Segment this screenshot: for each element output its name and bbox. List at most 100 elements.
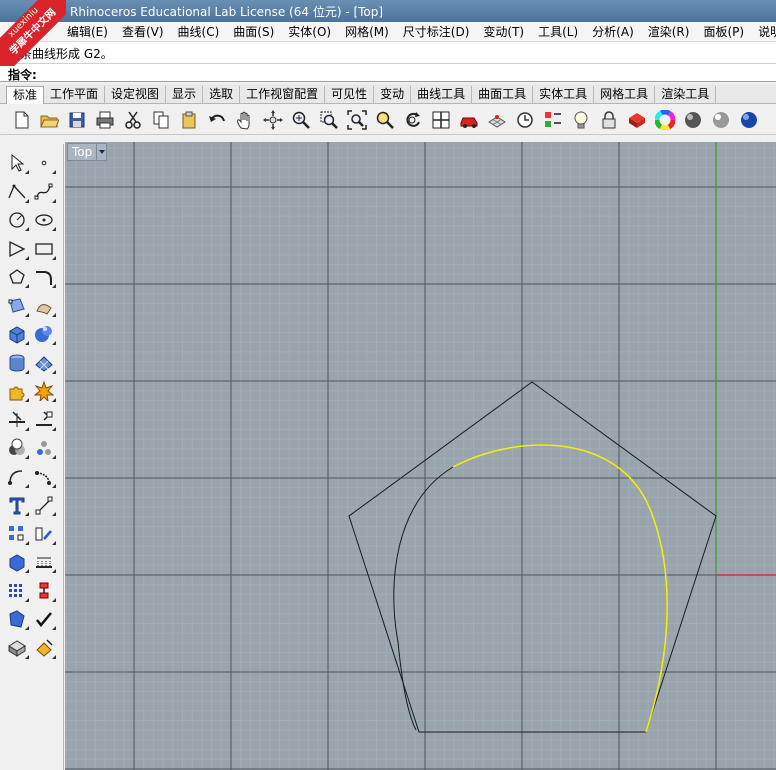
point-tool-button[interactable] xyxy=(30,150,57,176)
zoom-button[interactable] xyxy=(288,108,313,132)
tab-10[interactable]: 实体工具 xyxy=(533,86,595,104)
tab-3[interactable]: 显示 xyxy=(166,86,204,104)
zoom-selected-button[interactable] xyxy=(372,108,397,132)
polygon-tool-button[interactable] xyxy=(3,264,30,290)
tab-4[interactable]: 选取 xyxy=(203,86,241,104)
menu-item[interactable]: 曲面(S) xyxy=(226,22,281,42)
cut-button[interactable] xyxy=(120,108,145,132)
tab-11[interactable]: 网格工具 xyxy=(594,86,656,104)
rotate-button[interactable] xyxy=(400,108,425,132)
tab-5[interactable]: 工作视窗配置 xyxy=(240,86,326,104)
light-bulb-button[interactable] xyxy=(568,108,593,132)
tab-2[interactable]: 设定视图 xyxy=(105,86,167,104)
sphere-tool-button[interactable] xyxy=(30,321,57,347)
check-tool-button[interactable] xyxy=(30,606,57,632)
trim-tool-button[interactable] xyxy=(3,407,30,433)
left-tool-row xyxy=(3,207,61,233)
sphere-blue-button[interactable] xyxy=(736,108,761,132)
new-file-button[interactable] xyxy=(8,108,33,132)
grid-array-tool-button[interactable] xyxy=(30,549,57,575)
left-tool-row xyxy=(3,407,61,433)
fillet-curve-tool-button[interactable] xyxy=(30,264,57,290)
offset-curve-tool-button[interactable] xyxy=(3,464,30,490)
circle-tool-button[interactable] xyxy=(3,207,30,233)
undo-button[interactable] xyxy=(204,108,229,132)
zoom-window-button[interactable] xyxy=(316,108,341,132)
history-tool-button[interactable] xyxy=(30,578,57,604)
tab-0[interactable]: 标准 xyxy=(6,86,45,104)
explode-tool-button[interactable] xyxy=(30,378,57,404)
menu-item[interactable]: 实体(O) xyxy=(281,22,338,42)
menu-item[interactable]: 曲线(C) xyxy=(171,22,227,42)
arc-tool-button[interactable] xyxy=(3,236,30,262)
surface-extrude-tool-button[interactable] xyxy=(30,293,57,319)
tab-8[interactable]: 曲线工具 xyxy=(411,86,473,104)
tab-12[interactable]: 渲染工具 xyxy=(655,86,717,104)
surface-corner-tool-button[interactable] xyxy=(3,293,30,319)
transform-tool-button[interactable] xyxy=(30,521,57,547)
block-tool-button[interactable] xyxy=(3,521,30,547)
menu-item[interactable]: 工具(L) xyxy=(531,22,585,42)
sphere-shaded-button[interactable] xyxy=(680,108,705,132)
split-tool-button[interactable] xyxy=(30,407,57,433)
print-button[interactable] xyxy=(92,108,117,132)
properties-button[interactable] xyxy=(540,108,565,132)
sphere-rendered-button[interactable] xyxy=(708,108,733,132)
left-tool-row xyxy=(3,236,61,262)
grid-snap-button[interactable] xyxy=(484,108,509,132)
control-point-curve-tool-button[interactable] xyxy=(30,179,57,205)
viewport-label[interactable]: Top xyxy=(67,143,108,161)
solid-box-tool-button[interactable] xyxy=(3,549,30,575)
polyline-tool-button[interactable] xyxy=(3,179,30,205)
color-wheel-button[interactable] xyxy=(652,108,677,132)
menu-item[interactable]: 渲染(R) xyxy=(641,22,697,42)
tab-6[interactable]: 可见性 xyxy=(325,86,375,104)
select-arrow-tool-button[interactable] xyxy=(3,150,30,176)
menu-item[interactable]: 查看(V) xyxy=(115,22,171,42)
viewport-menu-dropdown[interactable] xyxy=(96,144,106,160)
puzzle-tool-button[interactable] xyxy=(3,378,30,404)
viewport-title[interactable]: Top xyxy=(68,144,96,160)
menu-item[interactable]: 网格(M) xyxy=(338,22,396,42)
pan-hand-button[interactable] xyxy=(232,108,257,132)
array-tool-button[interactable] xyxy=(3,578,30,604)
boolean-tool-button[interactable] xyxy=(3,435,30,461)
open-folder-button[interactable] xyxy=(36,108,61,132)
analyze-tool-button[interactable] xyxy=(3,606,30,632)
save-button[interactable] xyxy=(64,108,89,132)
viewport-top[interactable]: Top xyxy=(65,142,776,770)
copy-button[interactable] xyxy=(148,108,173,132)
title-bar[interactable]: Rhinoceros Educational Lab License (64 位… xyxy=(0,0,776,22)
group-tool-button[interactable] xyxy=(30,435,57,461)
menu-item[interactable]: 尺寸标注(D) xyxy=(396,22,477,42)
shade-tool-button[interactable] xyxy=(3,635,30,661)
mesh-plane-tool-button[interactable] xyxy=(30,350,57,376)
rotate-view-button[interactable] xyxy=(260,108,285,132)
command-input[interactable] xyxy=(42,65,762,81)
tab-9[interactable]: 曲面工具 xyxy=(472,86,534,104)
dimension-tool-button[interactable] xyxy=(30,492,57,518)
paste-button[interactable] xyxy=(176,108,201,132)
tab-7[interactable]: 变动 xyxy=(374,86,412,104)
surface-extrude-icon xyxy=(35,303,52,315)
rectangle-tool-button[interactable] xyxy=(30,236,57,262)
menu-item[interactable]: 变动(T) xyxy=(476,22,531,42)
menu-item[interactable]: 分析(A) xyxy=(585,22,641,42)
ellipse-tool-button[interactable] xyxy=(30,207,57,233)
lock-button[interactable] xyxy=(596,108,621,132)
curve-tools-tool-button[interactable] xyxy=(30,464,57,490)
menu-item[interactable]: 编辑(E) xyxy=(60,22,115,42)
render-button[interactable] xyxy=(624,108,649,132)
car-button[interactable] xyxy=(456,108,481,132)
paint-tool-button[interactable] xyxy=(30,635,57,661)
zoom-extents-button[interactable] xyxy=(344,108,369,132)
cylinder-tool-button[interactable] xyxy=(3,350,30,376)
clock-button[interactable] xyxy=(512,108,537,132)
text-tool-button[interactable] xyxy=(3,492,30,518)
box-tool-button[interactable] xyxy=(3,321,30,347)
menu-item[interactable]: 说明(H) xyxy=(751,22,776,42)
four-viewports-button[interactable] xyxy=(428,108,453,132)
menu-item[interactable]: 面板(P) xyxy=(696,22,751,42)
viewport-canvas[interactable] xyxy=(65,142,776,770)
tab-1[interactable]: 工作平面 xyxy=(44,86,106,104)
